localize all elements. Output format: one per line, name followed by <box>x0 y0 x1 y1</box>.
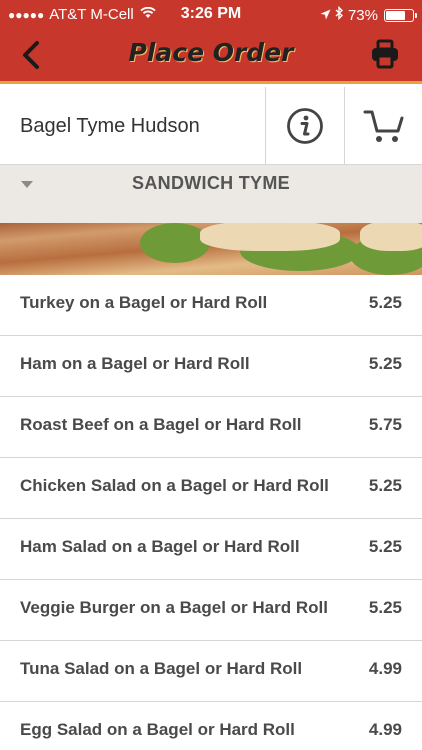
menu-item[interactable]: Chicken Salad on a Bagel or Hard Roll 5.2… <box>0 458 422 519</box>
menu-item-price: 5.75 <box>368 415 402 434</box>
store-bar: Bagel Tyme Hudson <box>0 87 422 165</box>
menu-item[interactable]: Ham Salad on a Bagel or Hard Roll 5.25 <box>0 519 422 580</box>
menu-item-price: 4.99 <box>368 659 402 678</box>
menu-item-price: 5.25 <box>368 598 402 617</box>
menu-item-price: 4.99 <box>368 720 402 739</box>
bread-decoration <box>200 221 340 251</box>
category-title: SANDWICH TYME <box>132 173 290 193</box>
printer-icon <box>372 39 398 69</box>
menu-item[interactable]: Egg Salad on a Bagel or Hard Roll 4.99 <box>0 702 422 750</box>
menu-item[interactable]: Ham on a Bagel or Hard Roll 5.25 <box>0 336 422 397</box>
cart-button[interactable] <box>344 87 422 164</box>
category-banner[interactable]: SANDWICH TYME <box>0 165 422 275</box>
category-header[interactable]: SANDWICH TYME <box>0 165 422 223</box>
battery-icon <box>384 8 417 22</box>
status-bar: ●●●●● AT&T M-Cell 3:26 PM 73% <box>0 0 422 30</box>
lettuce-decoration <box>140 223 210 263</box>
menu-item-price: 5.25 <box>368 293 402 312</box>
bread-decoration <box>360 221 422 251</box>
menu-item-name: Turkey on a Bagel or Hard Roll <box>20 293 268 312</box>
menu-item[interactable]: Veggie Burger on a Bagel or Hard Roll 5.2… <box>0 580 422 641</box>
cart-icon <box>363 110 403 142</box>
menu-item[interactable]: Roast Beef on a Bagel or Hard Roll 5.75 <box>0 397 422 458</box>
app-header: ●●●●● AT&T M-Cell 3:26 PM 73% Place Orde… <box>0 0 422 84</box>
page-title: Place Order <box>128 38 294 67</box>
menu-item-name: Roast Beef on a Bagel or Hard Roll <box>20 415 302 434</box>
store-info-button[interactable] <box>265 87 344 164</box>
menu-item-name: Ham on a Bagel or Hard Roll <box>20 354 250 373</box>
menu-list: Turkey on a Bagel or Hard Roll 5.25 Ham on… <box>0 275 422 750</box>
menu-item-price: 5.25 <box>368 537 402 556</box>
battery-percent: 73% <box>347 6 378 24</box>
menu-item-price: 5.25 <box>368 354 402 373</box>
menu-item-name: Chicken Salad on a Bagel or Hard Roll <box>20 476 329 495</box>
menu-item-name: Egg Salad on a Bagel or Hard Roll <box>20 720 295 739</box>
info-icon <box>287 107 323 144</box>
menu-item-price: 5.25 <box>368 476 402 495</box>
menu-item-name: Veggie Burger on a Bagel or Hard Roll <box>20 598 328 617</box>
bluetooth-icon <box>335 5 344 24</box>
menu-item[interactable]: Turkey on a Bagel or Hard Roll 5.25 <box>0 275 422 336</box>
print-button[interactable] <box>370 38 400 70</box>
store-name: Bagel Tyme Hudson <box>20 115 200 137</box>
location-arrow-icon <box>320 7 331 24</box>
menu-item-name: Ham Salad on a Bagel or Hard Roll <box>20 537 300 556</box>
menu-item[interactable]: Tuna Salad on a Bagel or Hard Roll 4.99 <box>0 641 422 702</box>
menu-item-name: Tuna Salad on a Bagel or Hard Roll <box>20 659 303 678</box>
